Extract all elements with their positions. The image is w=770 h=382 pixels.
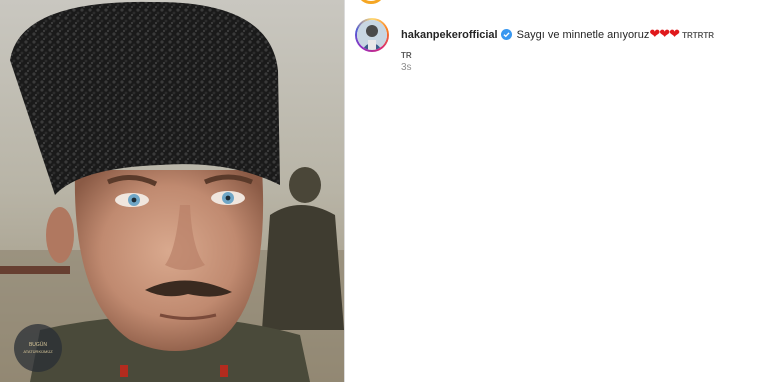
svg-text:ATATÜRKÜMÜZ: ATATÜRKÜMÜZ (23, 349, 53, 354)
post-timestamp[interactable]: 3s (401, 62, 412, 73)
caption-panel: hakanpekerofficial Saygı ve minnetle anı… (345, 0, 770, 382)
story-ring[interactable] (355, 18, 389, 52)
username-link[interactable]: hakanpekerofficial (401, 29, 498, 41)
caption-tags: TRTRTR (682, 31, 715, 40)
verified-badge-icon (500, 28, 512, 46)
avatar[interactable] (357, 20, 387, 50)
previous-avatar-ring (359, 0, 383, 4)
caption-tags-line2: TR (401, 51, 412, 60)
caption-text: Saygı ve minnetle anıyoruz (516, 29, 650, 41)
caption: hakanpekerofficial Saygı ve minnetle anı… (401, 25, 751, 65)
heart-emoji-icon: ❤❤❤ (649, 26, 680, 41)
portrait-photo: BUGÜN ATATÜRKÜMÜZ (0, 0, 344, 382)
avatar-image (357, 20, 387, 50)
post-image[interactable]: BUGÜN ATATÜRKÜMÜZ (0, 0, 344, 382)
watermark-text: BUGÜN (29, 341, 47, 348)
